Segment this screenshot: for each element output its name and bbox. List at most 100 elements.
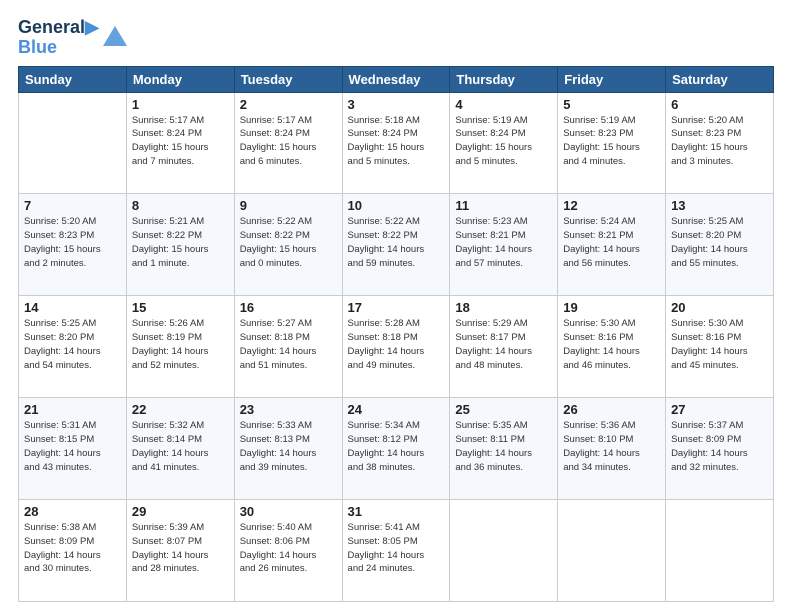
calendar-cell: 17 Sunrise: 5:28 AMSunset: 8:18 PMDayligh… xyxy=(342,296,450,398)
day-info: Sunrise: 5:18 AMSunset: 8:24 PMDaylight:… xyxy=(348,114,445,169)
calendar-cell xyxy=(666,500,774,602)
day-info: Sunrise: 5:29 AMSunset: 8:17 PMDaylight:… xyxy=(455,317,552,372)
calendar-cell: 30 Sunrise: 5:40 AMSunset: 8:06 PMDayligh… xyxy=(234,500,342,602)
logo-icon xyxy=(101,24,129,52)
calendar-page: General▶ Blue SundayMondayTuesdayWednesd… xyxy=(0,0,792,612)
calendar-cell: 11 Sunrise: 5:23 AMSunset: 8:21 PMDayligh… xyxy=(450,194,558,296)
calendar-cell: 23 Sunrise: 5:33 AMSunset: 8:13 PMDayligh… xyxy=(234,398,342,500)
calendar-cell: 12 Sunrise: 5:24 AMSunset: 8:21 PMDayligh… xyxy=(558,194,666,296)
day-number: 16 xyxy=(240,300,337,315)
day-info: Sunrise: 5:22 AMSunset: 8:22 PMDaylight:… xyxy=(348,215,445,270)
day-info: Sunrise: 5:17 AMSunset: 8:24 PMDaylight:… xyxy=(132,114,229,169)
calendar-cell: 5 Sunrise: 5:19 AMSunset: 8:23 PMDaylight… xyxy=(558,92,666,194)
calendar-cell: 13Sunrise: 5:25 AMSunset: 8:20 PMDayligh… xyxy=(666,194,774,296)
calendar-cell: 31 Sunrise: 5:41 AMSunset: 8:05 PMDayligh… xyxy=(342,500,450,602)
day-info: Sunrise: 5:22 AMSunset: 8:22 PMDaylight:… xyxy=(240,215,337,270)
calendar-cell: 25 Sunrise: 5:35 AMSunset: 8:11 PMDayligh… xyxy=(450,398,558,500)
weekday-header: Thursday xyxy=(450,66,558,92)
calendar-cell: 2 Sunrise: 5:17 AMSunset: 8:24 PMDaylight… xyxy=(234,92,342,194)
calendar-cell: 21 Sunrise: 5:31 AMSunset: 8:15 PMDayligh… xyxy=(19,398,127,500)
day-info: Sunrise: 5:31 AMSunset: 8:15 PMDaylight:… xyxy=(24,419,121,474)
day-number: 5 xyxy=(563,97,660,112)
day-number: 24 xyxy=(348,402,445,417)
logo: General▶ Blue xyxy=(18,18,129,58)
day-info: Sunrise: 5:36 AMSunset: 8:10 PMDaylight:… xyxy=(563,419,660,474)
calendar-cell xyxy=(558,500,666,602)
day-info: Sunrise: 5:26 AMSunset: 8:19 PMDaylight:… xyxy=(132,317,229,372)
day-number: 1 xyxy=(132,97,229,112)
calendar-cell: 26 Sunrise: 5:36 AMSunset: 8:10 PMDayligh… xyxy=(558,398,666,500)
day-info: Sunrise: 5:32 AMSunset: 8:14 PMDaylight:… xyxy=(132,419,229,474)
day-number: 11 xyxy=(455,198,552,213)
day-number: 28 xyxy=(24,504,121,519)
weekday-header: Tuesday xyxy=(234,66,342,92)
calendar-cell: 18 Sunrise: 5:29 AMSunset: 8:17 PMDayligh… xyxy=(450,296,558,398)
weekday-header: Wednesday xyxy=(342,66,450,92)
day-info: Sunrise: 5:41 AMSunset: 8:05 PMDaylight:… xyxy=(348,521,445,576)
logo-blue: Blue xyxy=(18,38,57,58)
day-info: Sunrise: 5:37 AMSunset: 8:09 PMDaylight:… xyxy=(671,419,768,474)
day-info: Sunrise: 5:19 AMSunset: 8:24 PMDaylight:… xyxy=(455,114,552,169)
header: General▶ Blue xyxy=(18,18,774,58)
calendar-cell: 15Sunrise: 5:26 AMSunset: 8:19 PMDayligh… xyxy=(126,296,234,398)
day-number: 18 xyxy=(455,300,552,315)
day-info: Sunrise: 5:25 AMSunset: 8:20 PMDaylight:… xyxy=(24,317,121,372)
calendar-cell: 3 Sunrise: 5:18 AMSunset: 8:24 PMDaylight… xyxy=(342,92,450,194)
day-number: 31 xyxy=(348,504,445,519)
day-number: 13 xyxy=(671,198,768,213)
day-number: 17 xyxy=(348,300,445,315)
day-number: 12 xyxy=(563,198,660,213)
day-number: 4 xyxy=(455,97,552,112)
day-number: 30 xyxy=(240,504,337,519)
calendar-week-row: 7Sunrise: 5:20 AMSunset: 8:23 PMDaylight… xyxy=(19,194,774,296)
day-info: Sunrise: 5:28 AMSunset: 8:18 PMDaylight:… xyxy=(348,317,445,372)
day-number: 6 xyxy=(671,97,768,112)
day-info: Sunrise: 5:17 AMSunset: 8:24 PMDaylight:… xyxy=(240,114,337,169)
day-info: Sunrise: 5:40 AMSunset: 8:06 PMDaylight:… xyxy=(240,521,337,576)
day-number: 21 xyxy=(24,402,121,417)
day-number: 27 xyxy=(671,402,768,417)
day-info: Sunrise: 5:38 AMSunset: 8:09 PMDaylight:… xyxy=(24,521,121,576)
calendar-cell: 20Sunrise: 5:30 AMSunset: 8:16 PMDayligh… xyxy=(666,296,774,398)
day-info: Sunrise: 5:23 AMSunset: 8:21 PMDaylight:… xyxy=(455,215,552,270)
day-info: Sunrise: 5:24 AMSunset: 8:21 PMDaylight:… xyxy=(563,215,660,270)
day-number: 10 xyxy=(348,198,445,213)
weekday-header: Friday xyxy=(558,66,666,92)
day-number: 20 xyxy=(671,300,768,315)
calendar-cell: 22 Sunrise: 5:32 AMSunset: 8:14 PMDayligh… xyxy=(126,398,234,500)
day-number: 2 xyxy=(240,97,337,112)
day-info: Sunrise: 5:20 AMSunset: 8:23 PMDaylight:… xyxy=(24,215,121,270)
calendar-cell: 6Sunrise: 5:20 AMSunset: 8:23 PMDaylight… xyxy=(666,92,774,194)
day-number: 3 xyxy=(348,97,445,112)
calendar-cell: 27 Sunrise: 5:37 AMSunset: 8:09 PMDayligh… xyxy=(666,398,774,500)
calendar-cell: 16 Sunrise: 5:27 AMSunset: 8:18 PMDayligh… xyxy=(234,296,342,398)
day-info: Sunrise: 5:19 AMSunset: 8:23 PMDaylight:… xyxy=(563,114,660,169)
calendar-cell: 28 Sunrise: 5:38 AMSunset: 8:09 PMDayligh… xyxy=(19,500,127,602)
day-info: Sunrise: 5:35 AMSunset: 8:11 PMDaylight:… xyxy=(455,419,552,474)
weekday-header: Monday xyxy=(126,66,234,92)
day-info: Sunrise: 5:33 AMSunset: 8:13 PMDaylight:… xyxy=(240,419,337,474)
day-number: 19 xyxy=(563,300,660,315)
day-number: 23 xyxy=(240,402,337,417)
day-number: 22 xyxy=(132,402,229,417)
day-info: Sunrise: 5:30 AMSunset: 8:16 PMDaylight:… xyxy=(563,317,660,372)
calendar-week-row: 14Sunrise: 5:25 AMSunset: 8:20 PMDayligh… xyxy=(19,296,774,398)
calendar-cell: 4 Sunrise: 5:19 AMSunset: 8:24 PMDaylight… xyxy=(450,92,558,194)
day-info: Sunrise: 5:21 AMSunset: 8:22 PMDaylight:… xyxy=(132,215,229,270)
calendar-cell: 19 Sunrise: 5:30 AMSunset: 8:16 PMDayligh… xyxy=(558,296,666,398)
day-info: Sunrise: 5:39 AMSunset: 8:07 PMDaylight:… xyxy=(132,521,229,576)
day-number: 26 xyxy=(563,402,660,417)
weekday-header-row: SundayMondayTuesdayWednesdayThursdayFrid… xyxy=(19,66,774,92)
calendar-cell: 29 Sunrise: 5:39 AMSunset: 8:07 PMDayligh… xyxy=(126,500,234,602)
calendar-cell: 1 Sunrise: 5:17 AMSunset: 8:24 PMDaylight… xyxy=(126,92,234,194)
day-number: 9 xyxy=(240,198,337,213)
calendar-week-row: 21 Sunrise: 5:31 AMSunset: 8:15 PMDayligh… xyxy=(19,398,774,500)
day-number: 29 xyxy=(132,504,229,519)
day-number: 25 xyxy=(455,402,552,417)
calendar-week-row: 1 Sunrise: 5:17 AMSunset: 8:24 PMDaylight… xyxy=(19,92,774,194)
calendar-week-row: 28 Sunrise: 5:38 AMSunset: 8:09 PMDayligh… xyxy=(19,500,774,602)
day-info: Sunrise: 5:27 AMSunset: 8:18 PMDaylight:… xyxy=(240,317,337,372)
calendar-cell xyxy=(450,500,558,602)
calendar-cell: 8Sunrise: 5:21 AMSunset: 8:22 PMDaylight… xyxy=(126,194,234,296)
calendar-table: SundayMondayTuesdayWednesdayThursdayFrid… xyxy=(18,66,774,602)
